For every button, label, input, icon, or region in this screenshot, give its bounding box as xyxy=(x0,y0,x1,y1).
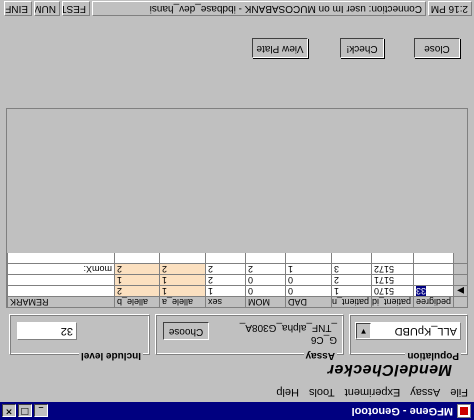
patient-nr-cell[interactable]: 2 xyxy=(331,274,371,285)
allele-a-cell[interactable]: 1 xyxy=(159,274,205,285)
mom-cell[interactable]: 0 xyxy=(245,285,285,296)
assay-line: _TNF_alpha_G308A_ xyxy=(239,322,337,333)
allele-a-cell[interactable]: 2 xyxy=(159,263,205,274)
include-level-input[interactable]: 32 xyxy=(17,322,77,340)
close-window-button[interactable]: × xyxy=(2,404,16,418)
population-value: ALL_KpUBD xyxy=(394,325,457,337)
assay-line: G_C6 xyxy=(310,334,337,345)
pedigree-cell[interactable] xyxy=(413,274,453,285)
column-header[interactable]: MOM xyxy=(245,296,285,307)
population-label: Population xyxy=(405,350,461,361)
empty-cell[interactable] xyxy=(413,252,453,263)
empty-cell[interactable] xyxy=(205,252,245,263)
column-header[interactable]: sex xyxy=(205,296,245,307)
status-bar: 2:16 PM Connection: user Im on MUCOSABAN… xyxy=(0,0,474,18)
check-button[interactable]: Check! xyxy=(340,38,384,58)
dad-cell[interactable]: 0 xyxy=(285,285,331,296)
empty-cell[interactable] xyxy=(159,252,205,263)
panel-title: MendelChecker xyxy=(327,361,452,378)
sex-cell[interactable]: 2 xyxy=(205,274,245,285)
dropdown-arrow-icon[interactable]: ▼ xyxy=(356,323,371,339)
title-bar[interactable]: MFGene - Genotool _ □ × xyxy=(0,402,474,420)
status-time: 2:16 PM xyxy=(428,1,472,17)
table-row[interactable]: 5172 3 1 2 2 2 2 momX: xyxy=(7,263,467,274)
menu-help[interactable]: Help xyxy=(276,386,299,398)
assay-value: G_C6 _TNF_alpha_G308A_ xyxy=(240,321,337,345)
column-header[interactable]: pedigree xyxy=(413,296,453,307)
remark-cell[interactable] xyxy=(7,285,114,296)
patient-nr-cell[interactable]: 3 xyxy=(331,263,371,274)
population-group: Population ALL_KpUBD ▼ xyxy=(350,315,468,361)
row-indicator-icon[interactable] xyxy=(453,274,467,285)
menu-tools[interactable]: Tools xyxy=(309,386,335,398)
choose-button[interactable]: Choose xyxy=(163,322,209,340)
pedigree-cell[interactable] xyxy=(413,263,453,274)
row-indicator-icon[interactable] xyxy=(453,252,467,263)
empty-cell[interactable] xyxy=(331,252,371,263)
mom-cell[interactable]: 2 xyxy=(245,263,285,274)
remark-cell[interactable]: momX: xyxy=(7,263,114,274)
dad-cell[interactable]: 1 xyxy=(285,263,331,274)
grid-header-row: pedigree patient_id patient_nr DAD MOM s… xyxy=(7,296,467,307)
allele-b-cell[interactable]: 2 xyxy=(114,263,159,274)
empty-cell[interactable] xyxy=(371,252,413,263)
maximize-button[interactable]: □ xyxy=(18,404,32,418)
new-row[interactable] xyxy=(7,252,467,263)
include-level-group: Include level 32 xyxy=(10,315,150,361)
allele-b-cell[interactable]: 2 xyxy=(114,285,159,296)
empty-cell[interactable] xyxy=(245,252,285,263)
table-row[interactable]: 5171 2 0 0 2 1 1 xyxy=(7,274,467,285)
remark-cell[interactable] xyxy=(7,274,114,285)
grid-empty-area xyxy=(6,108,467,253)
row-indicator-icon[interactable]: ▶ xyxy=(453,285,467,296)
status-connection: Connection: user Im on MUCOSABANK - ibdb… xyxy=(92,1,426,17)
sex-cell[interactable]: 2 xyxy=(205,263,245,274)
view-plate-button[interactable]: View Plate xyxy=(252,38,308,58)
app-window: MFGene - Genotool _ □ × File Assay Exper… xyxy=(0,0,474,420)
column-header[interactable]: allele_b xyxy=(114,296,159,307)
app-icon[interactable] xyxy=(457,404,471,418)
patient-id-cell[interactable]: 5171 xyxy=(371,274,413,285)
include-level-label: Include level xyxy=(78,350,143,361)
minimize-button[interactable]: _ xyxy=(34,404,48,418)
mom-cell[interactable]: 0 xyxy=(245,274,285,285)
patient-id-cell[interactable]: 5172 xyxy=(371,263,413,274)
allele-b-cell[interactable]: 1 xyxy=(114,274,159,285)
assay-group: Assay G_C6 _TNF_alpha_G308A_ Choose xyxy=(156,315,344,361)
patient-nr-cell[interactable]: 1 xyxy=(331,285,371,296)
patient-id-cell[interactable]: 5170 xyxy=(371,285,413,296)
pedigree-cell[interactable]: 33 xyxy=(413,285,453,296)
row-indicator-icon[interactable] xyxy=(453,263,467,274)
column-header[interactable]: REMARK xyxy=(7,296,114,307)
status-fest: FEST xyxy=(62,1,90,17)
column-header[interactable]: allele_a xyxy=(159,296,205,307)
pedigree-value: 33 xyxy=(416,286,427,296)
status-num: NUM xyxy=(34,1,60,17)
column-header[interactable]: patient_id xyxy=(371,296,413,307)
data-grid[interactable]: pedigree patient_id patient_nr DAD MOM s… xyxy=(6,108,468,308)
window-title: MFGene - Genotool xyxy=(351,405,453,417)
empty-cell[interactable] xyxy=(114,252,159,263)
table-row[interactable]: ▶ 33 5170 1 0 0 1 1 2 xyxy=(7,285,467,296)
empty-cell[interactable] xyxy=(285,252,331,263)
menu-file[interactable]: File xyxy=(450,386,468,398)
menu-experiment[interactable]: Experiment xyxy=(345,386,401,398)
menu-assay[interactable]: Assay xyxy=(410,386,440,398)
dad-cell[interactable]: 0 xyxy=(285,274,331,285)
status-einfg: EINFG xyxy=(4,1,32,17)
column-header[interactable]: patient_nr xyxy=(331,296,371,307)
close-button[interactable]: Close xyxy=(414,38,460,58)
empty-cell[interactable] xyxy=(7,252,114,263)
sex-cell[interactable]: 1 xyxy=(205,285,245,296)
header-indicator-cell xyxy=(453,296,467,307)
assay-label: Assay xyxy=(303,350,337,361)
menu-bar: File Assay Experiment Tools Help xyxy=(0,383,474,401)
column-header[interactable]: DAD xyxy=(285,296,331,307)
allele-a-cell[interactable]: 1 xyxy=(159,285,205,296)
population-select[interactable]: ALL_KpUBD ▼ xyxy=(355,322,461,340)
